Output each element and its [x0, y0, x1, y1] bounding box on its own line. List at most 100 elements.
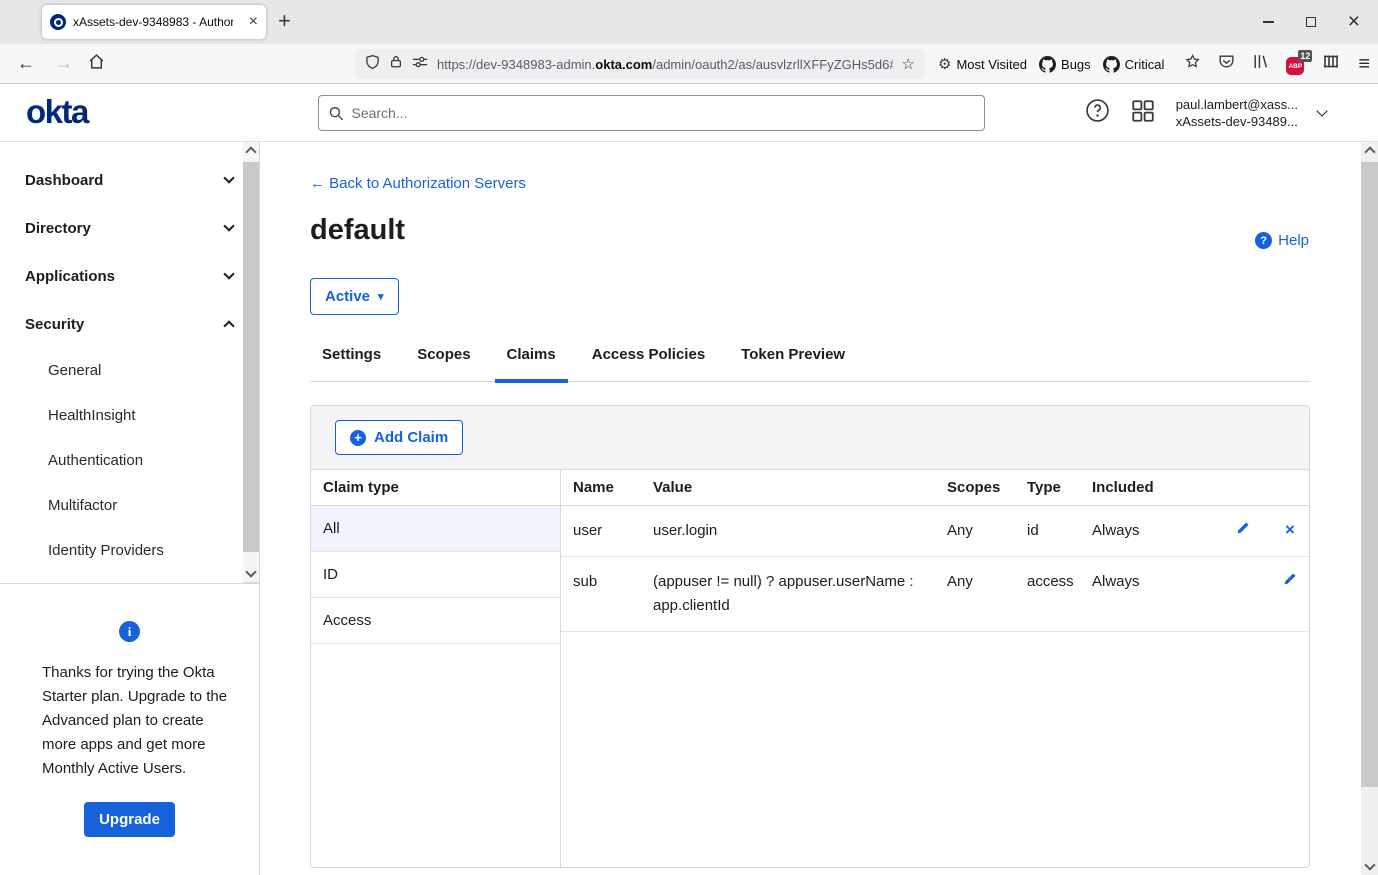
chevron-down-icon	[223, 172, 234, 183]
claim-type-all[interactable]: All	[311, 506, 560, 552]
main-content: ← Back to Authorization Servers default …	[260, 142, 1361, 875]
sidebar-item-general[interactable]: General	[0, 348, 243, 393]
sidebar-item-security[interactable]: Security	[0, 300, 243, 348]
claim-type-header: Claim type	[311, 470, 560, 506]
bookmark-critical[interactable]: Critical	[1103, 56, 1165, 73]
sidebar: Dashboard Directory Applications Securit…	[0, 142, 260, 875]
edit-claim-icon[interactable]	[1236, 519, 1250, 543]
browser-toolbar: ← → https://dev-9348983-admin.okta.com/a…	[0, 44, 1378, 84]
browser-tab[interactable]: xAssets-dev-9348983 - Authoriz ×	[42, 5, 266, 39]
chevron-up-icon	[223, 320, 234, 331]
help-circle-icon[interactable]	[1085, 98, 1110, 128]
upgrade-button[interactable]: Upgrade	[84, 802, 175, 837]
scroll-up-icon[interactable]	[245, 146, 256, 157]
claim-value: user.login	[641, 506, 935, 556]
sidebar-item-multifactor[interactable]: Multifactor	[0, 483, 243, 528]
info-icon: i	[119, 621, 140, 642]
sidebar-scrollbar[interactable]	[243, 142, 259, 583]
chevron-down-icon[interactable]	[1316, 105, 1327, 116]
scrollbar-thumb[interactable]	[1361, 162, 1378, 787]
bookmark-bugs[interactable]: Bugs	[1039, 56, 1091, 73]
tab-bar: Settings Scopes Claims Access Policies T…	[310, 343, 1310, 382]
claim-type-access[interactable]: Access	[311, 598, 560, 644]
okta-logo[interactable]: okta	[26, 93, 88, 131]
tab-access-policies[interactable]: Access Policies	[580, 343, 717, 382]
tab-claims[interactable]: Claims	[495, 343, 568, 382]
delete-claim-icon[interactable]: ×	[1285, 521, 1295, 538]
url-text: https://dev-9348983-admin.okta.com/admin…	[437, 57, 893, 72]
new-tab-button[interactable]: +	[278, 8, 291, 34]
tab-token-preview[interactable]: Token Preview	[729, 343, 857, 382]
claims-toolbar: + Add Claim	[311, 406, 1309, 470]
scroll-up-icon[interactable]	[1364, 146, 1375, 157]
github-icon	[1103, 56, 1120, 73]
adblock-plus-icon[interactable]: ABP 12	[1286, 54, 1306, 74]
sidebars-icon[interactable]	[1323, 53, 1341, 75]
search-icon	[329, 106, 343, 121]
table-row: user user.login Any id Always ×	[561, 506, 1309, 557]
scroll-down-icon[interactable]	[245, 566, 256, 577]
back-arrow-icon: ←	[310, 175, 325, 192]
tab-settings[interactable]: Settings	[310, 343, 393, 382]
github-icon	[1039, 56, 1056, 73]
upgrade-message: Thanks for trying the Okta Starter plan.…	[42, 661, 242, 781]
claim-included: Always	[1080, 506, 1215, 556]
lock-icon[interactable]	[389, 54, 403, 74]
apps-grid-icon[interactable]	[1130, 98, 1156, 129]
pocket-icon[interactable]	[1218, 53, 1235, 75]
search-input[interactable]	[351, 105, 974, 121]
claims-panel: + Add Claim Claim type All ID Access Nam…	[310, 405, 1310, 868]
back-to-authorization-servers-link[interactable]: ← Back to Authorization Servers	[310, 175, 526, 192]
window-minimize-button[interactable]	[1263, 21, 1274, 23]
okta-header: okta paul.lambert@xass... xAssets-dev-93…	[0, 84, 1378, 142]
claim-name: sub	[561, 557, 641, 631]
sidebar-item-identity-providers[interactable]: Identity Providers	[0, 528, 243, 573]
bookmark-star-icon[interactable]: ☆	[902, 57, 915, 72]
user-org: xAssets-dev-93489...	[1176, 113, 1298, 130]
table-header-row: Name Value Scopes Type Included	[561, 470, 1309, 506]
claim-type-id[interactable]: ID	[311, 552, 560, 598]
adblock-badge: 12	[1298, 50, 1312, 62]
tracking-shield-icon[interactable]	[365, 54, 380, 75]
status-dropdown[interactable]: Active ▾	[310, 278, 399, 315]
window-maximize-button[interactable]	[1306, 17, 1316, 27]
sidebar-item-directory[interactable]: Directory	[0, 204, 243, 252]
gear-icon: ⚙	[938, 57, 951, 72]
tab-scopes[interactable]: Scopes	[405, 343, 482, 382]
tab-close-icon[interactable]: ×	[249, 14, 258, 30]
sidebar-item-applications[interactable]: Applications	[0, 252, 243, 300]
forward-button[interactable]: →	[52, 53, 76, 74]
user-account-menu[interactable]: paul.lambert@xass... xAssets-dev-93489..…	[1176, 96, 1298, 130]
sidebar-nav: Dashboard Directory Applications Securit…	[0, 142, 243, 583]
scroll-down-icon[interactable]	[1364, 859, 1375, 870]
sidebar-item-healthinsight[interactable]: HealthInsight	[0, 393, 243, 438]
bookmark-most-visited[interactable]: ⚙ Most Visited	[938, 57, 1027, 72]
user-email: paul.lambert@xass...	[1176, 96, 1298, 113]
tab-title: xAssets-dev-9348983 - Authoriz	[73, 15, 233, 29]
search-box[interactable]	[318, 95, 985, 131]
main-scrollbar[interactable]	[1361, 142, 1378, 875]
help-link[interactable]: ? Help	[1255, 232, 1309, 249]
back-button[interactable]: ←	[14, 53, 38, 74]
caret-down-icon: ▾	[378, 290, 384, 303]
permissions-icon[interactable]	[412, 55, 428, 74]
chevron-down-icon	[223, 268, 234, 279]
edit-claim-icon[interactable]	[1283, 570, 1297, 594]
claims-table: Name Value Scopes Type Included user use…	[561, 470, 1309, 867]
add-claim-button[interactable]: + Add Claim	[335, 420, 463, 455]
bookmark-add-icon[interactable]	[1184, 53, 1201, 75]
claim-name: user	[561, 506, 641, 556]
claim-scopes: Any	[935, 506, 1015, 556]
url-bar[interactable]: https://dev-9348983-admin.okta.com/admin…	[355, 49, 925, 79]
table-row: sub (appuser != null) ? appuser.userName…	[561, 557, 1309, 632]
window-close-button[interactable]: ×	[1348, 14, 1360, 31]
scrollbar-thumb[interactable]	[243, 162, 259, 552]
page-title: default	[310, 214, 405, 247]
home-icon[interactable]	[88, 53, 105, 75]
sidebar-item-dashboard[interactable]: Dashboard	[0, 156, 243, 204]
okta-favicon-icon	[50, 14, 66, 30]
library-icon[interactable]	[1252, 53, 1269, 75]
sidebar-item-authentication[interactable]: Authentication	[0, 438, 243, 483]
claim-type: access	[1015, 557, 1080, 631]
menu-icon[interactable]: ≡	[1358, 53, 1370, 76]
